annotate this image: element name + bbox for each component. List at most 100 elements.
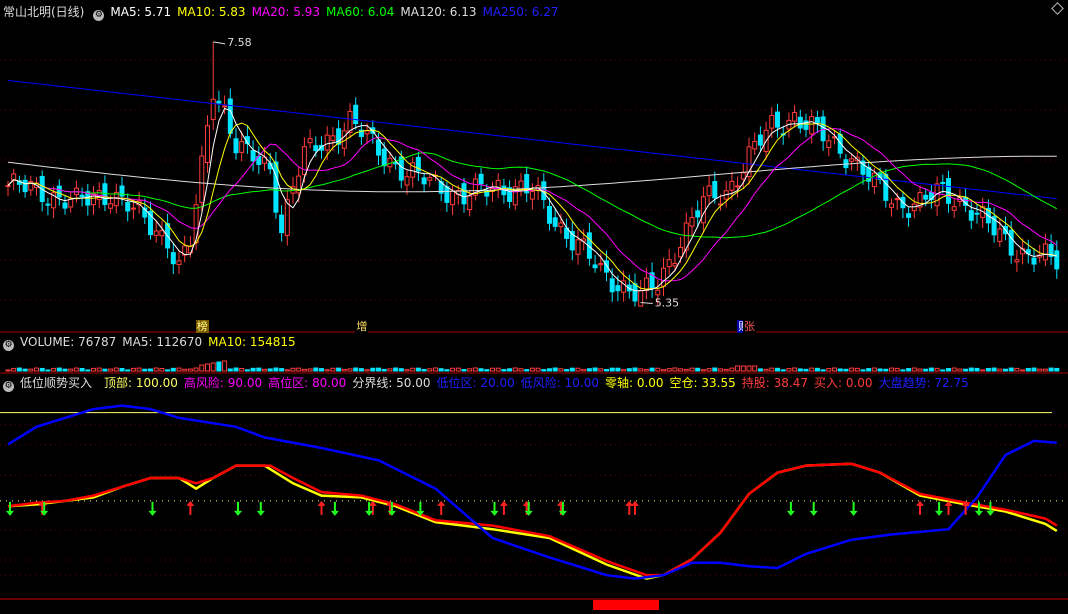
indicator-header-item-8: 持股: 38.47	[741, 376, 808, 390]
candle-body-115	[661, 267, 666, 287]
volume-bar-38	[222, 360, 228, 372]
volume-bar-136	[780, 369, 786, 372]
candle-body-182	[1042, 243, 1048, 261]
candle-body-96	[552, 217, 558, 227]
volume-bar-40	[233, 367, 239, 372]
buy-signal-bar	[593, 600, 659, 610]
candle-body-110	[632, 283, 638, 302]
candle-body-177	[1014, 259, 1020, 263]
candle-body-81	[467, 195, 473, 211]
candle-body-123	[706, 185, 712, 197]
volume-bar-50	[290, 367, 296, 372]
volume-bar-134	[769, 367, 775, 372]
volume-bar-183	[1048, 367, 1054, 372]
candle-body-39	[227, 98, 233, 134]
volume-bar-133	[763, 368, 769, 372]
candle-body-118	[678, 246, 684, 258]
candle-body-129	[740, 172, 746, 180]
settings-gear-icon[interactable]: ⚙	[93, 10, 105, 21]
candle-body-13	[79, 194, 85, 198]
candle-body-132	[757, 134, 763, 146]
volume-bar-100	[575, 367, 581, 372]
volume-bar-111	[638, 368, 644, 372]
volume-settings-gear-icon[interactable]: ⚙	[3, 340, 14, 351]
volume-bar-178	[1020, 369, 1026, 372]
volume-bar-131	[752, 365, 758, 372]
candle-body-142	[814, 117, 820, 124]
candle-body-176	[1008, 230, 1014, 256]
sell-arrow-icon-4	[256, 501, 265, 516]
stock-chart-window: 7.58 5.35 常山北明(日线) ⚙ MA5: 5.71 MA10: 5.83 MA2…	[0, 0, 1068, 614]
indicator-header-item-1: 高风险: 90.00	[183, 376, 263, 390]
volume-bar-164	[940, 369, 946, 372]
volume-bar-10	[62, 368, 68, 372]
indicator-header: ⚙ 低位顺势买入 顶部: 100.00 高风险: 90.00 高位区: 80.00 分界线…	[0, 375, 981, 392]
volume-bar-31	[182, 368, 188, 372]
volume-bar-41	[239, 368, 245, 372]
volume-bar-103	[592, 367, 598, 372]
event-tag-3[interactable]: 张	[743, 320, 756, 333]
indicator-header-item-7: 空仓: 33.55	[669, 376, 736, 390]
volume-bar-49	[284, 369, 290, 372]
volume-bar-129	[740, 365, 746, 372]
volume-bar-159	[911, 367, 917, 372]
volume-header-item-0: VOLUME: 76787	[20, 335, 117, 349]
volume-bar-37	[216, 361, 222, 372]
candle-body-134	[769, 115, 775, 129]
candle-body-53	[307, 138, 313, 144]
volume-bar-75	[433, 367, 438, 372]
volume-bar-143	[820, 369, 826, 372]
sell-arrow-icon-2	[148, 501, 157, 516]
volume-bar-179	[1025, 367, 1031, 372]
volume-bar-101	[581, 369, 587, 372]
sell-arrow-icon-0	[6, 501, 14, 516]
event-tag-1[interactable]: 增	[355, 320, 369, 333]
volume-bar-127	[729, 367, 735, 372]
volume-bar-119	[683, 368, 689, 372]
candle-body-166	[951, 206, 957, 211]
volume-bar-165	[946, 368, 951, 372]
indicator-settings-gear-icon[interactable]: ⚙	[3, 381, 14, 392]
volume-bar-122	[700, 369, 706, 372]
volume-bar-68	[393, 367, 399, 372]
candle-body-103	[592, 264, 598, 269]
volume-bar-70	[404, 369, 410, 372]
buy-arrow-icon-9	[625, 500, 634, 515]
volume-bar-94	[541, 369, 547, 372]
volume-bar-80	[461, 368, 467, 372]
indicator-header-item-5: 低风险: 10.00	[520, 376, 599, 390]
candle-body-83	[478, 173, 484, 185]
volume-bar-146	[837, 368, 843, 372]
volume-bar-59	[341, 368, 347, 372]
volume-bar-151	[866, 368, 872, 372]
volume-bar-52	[301, 368, 307, 372]
volume-bar-5	[34, 367, 39, 372]
volume-bar-112	[643, 368, 649, 372]
candle-body-0	[5, 185, 11, 188]
candle-body-10	[62, 202, 68, 209]
candle-body-47	[273, 161, 279, 213]
volume-bar-83	[478, 368, 484, 372]
volume-bar-98	[564, 369, 570, 372]
volume-bar-78	[450, 367, 456, 372]
volume-bar-48	[279, 368, 285, 372]
candle-body-9	[56, 185, 62, 198]
candle-body-77	[444, 186, 450, 203]
volume-bar-20	[119, 367, 125, 372]
indicator-title: 低位顺势买入	[20, 376, 93, 390]
volume-bar-43	[250, 367, 256, 372]
volume-bar-0	[5, 369, 11, 372]
volume-bar-130	[746, 365, 752, 372]
volume-bar-105	[604, 369, 609, 372]
volume-bar-69	[398, 368, 404, 372]
volume-bar-82	[472, 367, 478, 372]
volume-bar-153	[877, 368, 883, 372]
volume-bar-18	[108, 368, 114, 372]
candle-body-90	[518, 180, 524, 190]
candle-body-127	[729, 180, 735, 191]
volume-bar-74	[427, 368, 433, 372]
volume-bar-51	[296, 367, 302, 372]
volume-bar-88	[507, 368, 513, 372]
price-header-item-3: MA60: 6.04	[326, 5, 395, 19]
event-tag-0[interactable]: 榜	[195, 320, 209, 333]
